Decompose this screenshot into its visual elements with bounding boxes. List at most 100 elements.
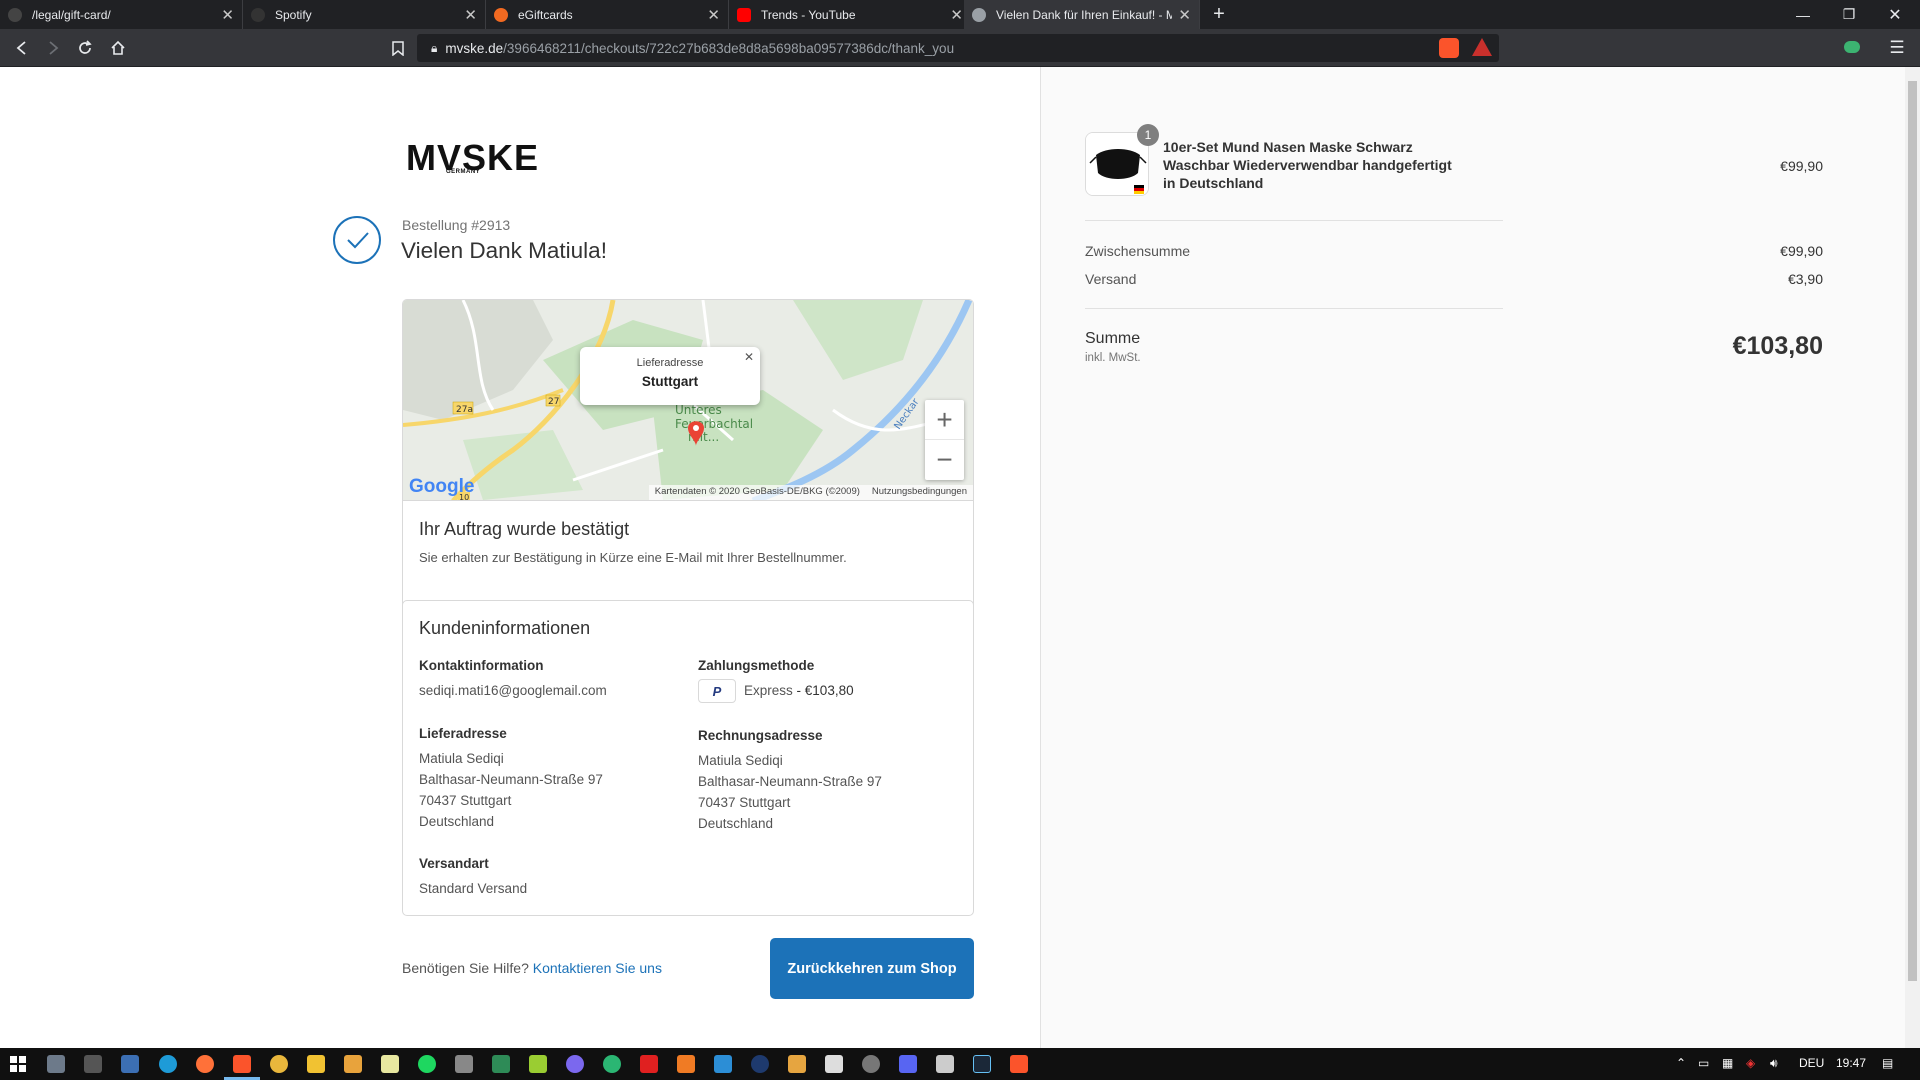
help-question: Benötigen Sie Hilfe? bbox=[402, 960, 529, 976]
bookmark-icon[interactable] bbox=[385, 35, 411, 61]
app-icon[interactable] bbox=[862, 1055, 880, 1073]
file-explorer-icon[interactable] bbox=[307, 1055, 325, 1073]
scrollbar-thumb[interactable] bbox=[1908, 81, 1917, 981]
app-icon[interactable] bbox=[825, 1055, 843, 1073]
vscode-icon[interactable] bbox=[714, 1055, 732, 1073]
egiftcards-favicon-icon bbox=[494, 7, 508, 22]
firefox-icon[interactable] bbox=[196, 1055, 214, 1073]
payment-details: Express - €103,80 bbox=[744, 680, 854, 701]
battery-icon[interactable]: ▭ bbox=[1698, 1056, 1709, 1070]
app-icon[interactable] bbox=[455, 1055, 473, 1073]
svg-text:Unteres: Unteres bbox=[675, 403, 722, 417]
steam-icon[interactable] bbox=[973, 1055, 991, 1073]
svg-text:27a: 27a bbox=[456, 405, 473, 415]
divider bbox=[1085, 220, 1503, 221]
input-language[interactable]: DEU bbox=[1799, 1056, 1824, 1070]
network-icon[interactable]: ▦ bbox=[1722, 1056, 1733, 1070]
tab-title: Vielen Dank für Ihren Einkauf! - M bbox=[996, 7, 1173, 22]
app-icon[interactable] bbox=[640, 1055, 658, 1073]
brave-icon[interactable] bbox=[1010, 1055, 1028, 1073]
calculator-icon[interactable] bbox=[936, 1055, 954, 1073]
zoom-in-button[interactable]: + bbox=[925, 400, 964, 440]
app-icon[interactable] bbox=[344, 1055, 362, 1073]
contact-link[interactable]: Kontaktieren Sie uns bbox=[533, 960, 662, 976]
delivery-map[interactable]: 27a 27 10 Unteres Feuerbachtal mit... Ne… bbox=[403, 300, 973, 501]
page-title: Vielen Dank Matiula! bbox=[401, 238, 607, 263]
quantity-badge: 1 bbox=[1137, 124, 1159, 146]
task-view-icon[interactable] bbox=[47, 1055, 65, 1073]
close-tab-icon[interactable]: ✕ bbox=[221, 6, 234, 24]
app-icon[interactable] bbox=[529, 1055, 547, 1073]
brave-icon[interactable] bbox=[233, 1055, 251, 1073]
billing-address-line: Deutschland bbox=[698, 816, 774, 831]
app-icon[interactable] bbox=[566, 1055, 584, 1073]
home-icon[interactable] bbox=[105, 35, 131, 61]
extension-icon[interactable] bbox=[1844, 41, 1860, 53]
app-icon[interactable] bbox=[788, 1055, 806, 1073]
checkmark-icon bbox=[333, 216, 381, 264]
restore-window-button[interactable]: ❐ bbox=[1826, 0, 1872, 29]
customer-info-title: Kundeninformationen bbox=[419, 618, 591, 638]
github-favicon-icon bbox=[8, 7, 22, 22]
total-tax-note: inkl. MwSt. bbox=[1085, 352, 1141, 364]
security-icon[interactable]: ◈ bbox=[1746, 1056, 1755, 1070]
brave-shields-icon[interactable] bbox=[1439, 38, 1459, 58]
terminal-icon[interactable] bbox=[84, 1055, 102, 1073]
store-icon[interactable] bbox=[121, 1055, 139, 1073]
minimize-window-button[interactable]: — bbox=[1780, 0, 1826, 29]
notification-icon[interactable]: ▤ bbox=[1882, 1056, 1893, 1070]
tab-title: Trends - YouTube bbox=[761, 7, 856, 22]
reload-icon[interactable] bbox=[72, 35, 98, 61]
confirmation-title: Ihr Auftrag wurde bestätigt bbox=[419, 519, 630, 539]
app-icon[interactable] bbox=[751, 1055, 769, 1073]
close-tab-icon[interactable]: ✕ bbox=[464, 6, 477, 24]
forward-icon[interactable] bbox=[40, 35, 66, 61]
upwork-icon[interactable] bbox=[603, 1055, 621, 1073]
order-number: Bestellung #2913 bbox=[402, 217, 511, 233]
new-tab-button[interactable]: + bbox=[1208, 3, 1230, 25]
map-info-popup: Lieferadresse Stuttgart ✕ bbox=[580, 347, 760, 405]
browser-tab[interactable]: Spotify ✕ bbox=[243, 0, 486, 29]
close-tab-icon[interactable]: ✕ bbox=[950, 6, 963, 24]
close-tab-icon[interactable]: ✕ bbox=[1178, 6, 1191, 24]
billing-address-line: Matiula Sediqi bbox=[698, 753, 783, 768]
notes-icon[interactable] bbox=[381, 1055, 399, 1073]
page-scrollbar[interactable] bbox=[1905, 67, 1920, 1048]
back-icon[interactable] bbox=[9, 35, 35, 61]
volume-icon[interactable]: 🔊︎ bbox=[1770, 1056, 1778, 1071]
zoom-out-button[interactable]: − bbox=[925, 440, 964, 480]
edge-icon[interactable] bbox=[159, 1055, 177, 1073]
total-value: €103,80 bbox=[1732, 332, 1823, 360]
brave-rewards-icon[interactable] bbox=[1472, 38, 1492, 56]
order-summary-sidebar: 1 10er-Set Mund Nasen Maske Schwarz Wasc… bbox=[1040, 67, 1905, 1048]
google-logo: Google bbox=[409, 476, 475, 497]
spotify-icon[interactable] bbox=[418, 1055, 436, 1073]
checkout-thank-you-page: MVSKE GERMANY Bestellung #2913 Vielen Da… bbox=[0, 67, 1920, 1048]
close-popup-icon[interactable]: ✕ bbox=[744, 350, 754, 364]
subtotal-label: Zwischensumme bbox=[1085, 243, 1191, 259]
app-icon[interactable] bbox=[677, 1055, 695, 1073]
return-to-shop-button[interactable]: Zurückkehren zum Shop bbox=[770, 938, 974, 999]
browser-tab[interactable]: Trends - YouTube ✕ bbox=[729, 0, 972, 29]
shipping-method-heading: Versandart bbox=[419, 856, 489, 871]
clock[interactable]: 19:47 bbox=[1836, 1056, 1866, 1070]
map-terms-link[interactable]: Nutzungsbedingungen bbox=[872, 486, 967, 499]
close-tab-icon[interactable]: ✕ bbox=[707, 6, 720, 24]
address-bar[interactable]: 🔒︎ mvske.de /3966468211/checkouts/722c27… bbox=[417, 34, 1499, 62]
browser-tab-active[interactable]: Vielen Dank für Ihren Einkauf! - M ✕ bbox=[964, 0, 1200, 29]
payment-heading: Zahlungsmethode bbox=[698, 658, 815, 673]
total-label: Summe bbox=[1085, 330, 1141, 347]
chrome-icon[interactable] bbox=[270, 1055, 288, 1073]
map-attribution: Kartendaten © 2020 GeoBasis-DE/BKG (©200… bbox=[648, 485, 973, 500]
browser-tab[interactable]: eGiftcards ✕ bbox=[486, 0, 729, 29]
close-window-button[interactable]: ✕ bbox=[1872, 0, 1918, 29]
menu-icon[interactable]: ☰ bbox=[1884, 35, 1910, 61]
browser-toolbar: 🔒︎ mvske.de /3966468211/checkouts/722c27… bbox=[0, 29, 1920, 67]
url-path: /3966468211/checkouts/722c27b683de8d8a56… bbox=[503, 40, 955, 56]
browser-tab[interactable]: /legal/gift-card/ ✕ bbox=[0, 0, 243, 29]
tray-chevron-icon[interactable]: ⌃ bbox=[1676, 1056, 1686, 1070]
app-icon[interactable] bbox=[492, 1055, 510, 1073]
map-zoom-control: + − bbox=[925, 400, 964, 480]
discord-icon[interactable] bbox=[899, 1055, 917, 1073]
windows-start-icon[interactable] bbox=[10, 1056, 26, 1072]
